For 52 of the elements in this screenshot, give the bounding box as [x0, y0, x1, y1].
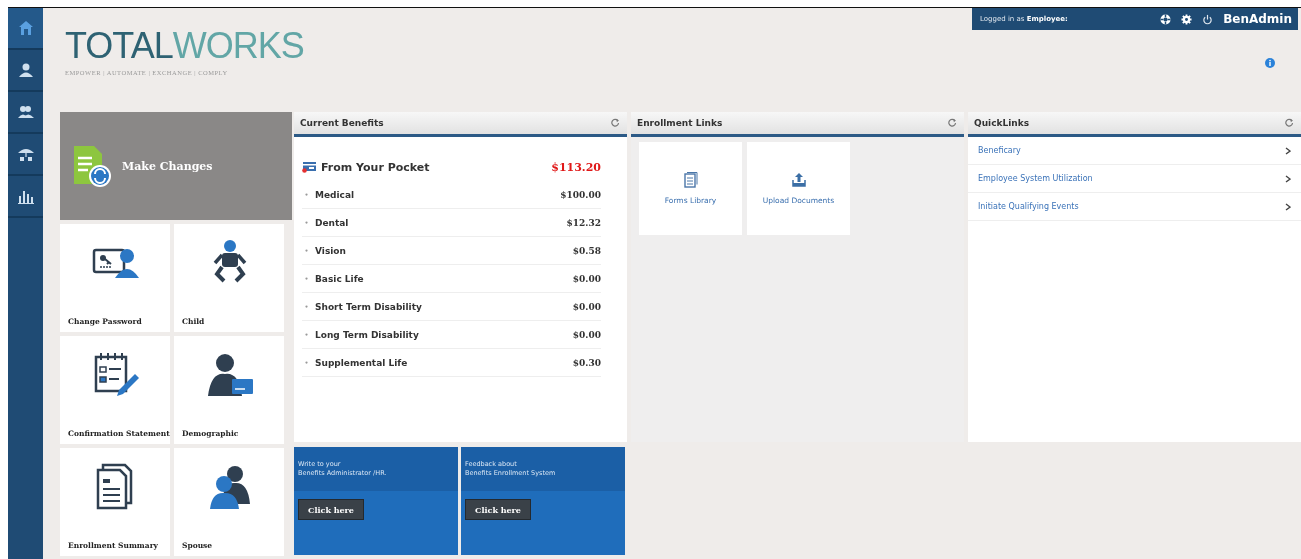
logo-text: TOTAL — [65, 26, 173, 66]
bullet-icon — [305, 249, 308, 252]
quick-link[interactable]: Beneficary — [968, 137, 1301, 165]
document-refresh-icon — [72, 144, 112, 188]
refresh-icon[interactable] — [948, 118, 958, 128]
people-icon — [16, 103, 35, 121]
bullet-icon — [305, 361, 308, 364]
panel-title: Enrollment Links — [637, 118, 723, 128]
power-icon[interactable] — [1202, 13, 1214, 25]
benefit-name: Basic Life — [315, 273, 365, 284]
nav-item[interactable] — [8, 8, 43, 50]
info-icon[interactable] — [1265, 58, 1275, 68]
benefit-amount: $0.00 — [572, 273, 601, 284]
bullet-icon — [305, 193, 308, 196]
benefit-amount: $0.00 — [572, 301, 601, 312]
make-changes-tile[interactable]: Make Changes — [60, 112, 292, 220]
click-here-button[interactable]: Click here — [298, 499, 364, 520]
panel-title: Current Benefits — [300, 118, 384, 128]
benefit-amount: $0.30 — [572, 357, 601, 368]
bullet-icon — [305, 305, 308, 308]
chevron-icon — [1285, 202, 1291, 211]
benefit-amount: $0.58 — [572, 245, 601, 256]
user-name: BenAdmin — [1223, 12, 1292, 26]
logo-text: WORKS — [172, 26, 304, 66]
total-label: From Your Pocket — [321, 160, 431, 174]
benefit-amount: $100.00 — [560, 189, 601, 200]
settings-icon[interactable] — [1181, 13, 1193, 25]
refresh-icon[interactable] — [1285, 118, 1295, 128]
wallet-icon — [302, 161, 316, 173]
help-icon[interactable] — [1160, 13, 1172, 25]
benefit-amount: $0.00 — [572, 329, 601, 340]
benefit-name: Medical — [315, 189, 356, 200]
upload-icon — [791, 172, 806, 188]
person-icon — [16, 61, 35, 79]
bullet-icon — [305, 221, 308, 224]
chevron-icon — [1285, 146, 1291, 155]
total-amount: $113.20 — [551, 160, 601, 174]
benefit-name: Long Term Disability — [315, 329, 420, 340]
benefit-amount: $12.32 — [566, 217, 601, 228]
panel-title: QuickLinks — [974, 118, 1030, 128]
quick-link[interactable]: Initiate Qualifying Events — [968, 193, 1301, 221]
bullet-icon — [305, 277, 308, 280]
benefit-name: Short Term Disability — [315, 301, 423, 312]
refresh-icon[interactable] — [611, 118, 621, 128]
click-here-button[interactable]: Click here — [465, 499, 531, 520]
benefit-name: Dental — [315, 217, 350, 228]
quick-link[interactable]: Employee System Utilization — [968, 165, 1301, 193]
benefit-name: Supplemental Life — [315, 357, 409, 368]
document-icon — [683, 172, 698, 188]
bullet-icon — [305, 333, 308, 336]
benefit-name: Vision — [315, 245, 347, 256]
chevron-icon — [1285, 174, 1291, 183]
